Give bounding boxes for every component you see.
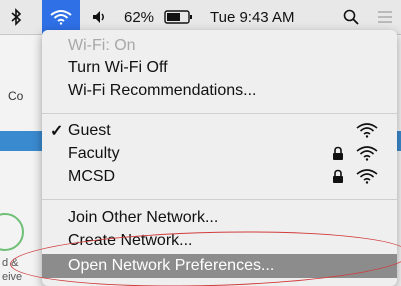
checkmark-icon: ✓ [50, 123, 64, 140]
network-item-mcsd[interactable]: MCSD [42, 166, 397, 188]
network-name: Faculty [68, 145, 120, 162]
network-name: MCSD [68, 168, 116, 185]
create-network-item[interactable]: Create Network... [42, 230, 397, 252]
wifi-status: Wi-Fi: On [42, 35, 397, 57]
list-icon[interactable] [377, 0, 393, 34]
open-network-preferences-label: Open Network Preferences... [68, 257, 275, 274]
bluetooth-icon[interactable] [10, 0, 22, 34]
wifi-signal-icon [356, 122, 378, 143]
network-item-guest[interactable]: ✓ Guest [42, 120, 397, 142]
wifi-recommendations-item[interactable]: Wi-Fi Recommendations... [42, 80, 397, 102]
battery-icon[interactable] [164, 0, 194, 34]
create-network-label: Create Network... [68, 232, 193, 249]
wifi-signal-icon [356, 145, 378, 166]
clock[interactable]: Tue 9:43 AM [210, 0, 295, 34]
background-text-line: d & [2, 257, 19, 269]
background-partial-label: Co [8, 89, 24, 103]
wifi-menu: Wi-Fi: On Turn Wi-Fi Off Wi-Fi Recommend… [42, 30, 397, 286]
refresh-icon [0, 213, 24, 251]
lock-icon [332, 169, 344, 189]
menu-separator [42, 199, 397, 200]
volume-icon[interactable] [92, 0, 108, 34]
battery-percent: 62% [124, 8, 155, 26]
wifi-icon[interactable] [42, 0, 80, 34]
network-item-faculty[interactable]: Faculty [42, 143, 397, 165]
join-other-network-item[interactable]: Join Other Network... [42, 207, 397, 229]
search-icon[interactable] [343, 0, 359, 34]
wifi-signal-icon [356, 168, 378, 189]
turn-wifi-off-item[interactable]: Turn Wi-Fi Off [42, 57, 397, 79]
background-text-line: eive [2, 271, 23, 283]
menu-separator [42, 113, 397, 114]
screen: Co d & eive 62% Tue 9:43 AM Wi-Fi: On Tu… [0, 0, 401, 286]
wifi-status-label: Wi-Fi: On [68, 37, 136, 54]
wifi-recommendations-label: Wi-Fi Recommendations... [68, 82, 257, 99]
open-network-preferences-item[interactable]: Open Network Preferences... [42, 254, 397, 278]
join-other-network-label: Join Other Network... [68, 209, 219, 226]
network-name: Guest [68, 122, 111, 139]
lock-icon [332, 146, 344, 166]
turn-wifi-off-label: Turn Wi-Fi Off [68, 59, 168, 76]
